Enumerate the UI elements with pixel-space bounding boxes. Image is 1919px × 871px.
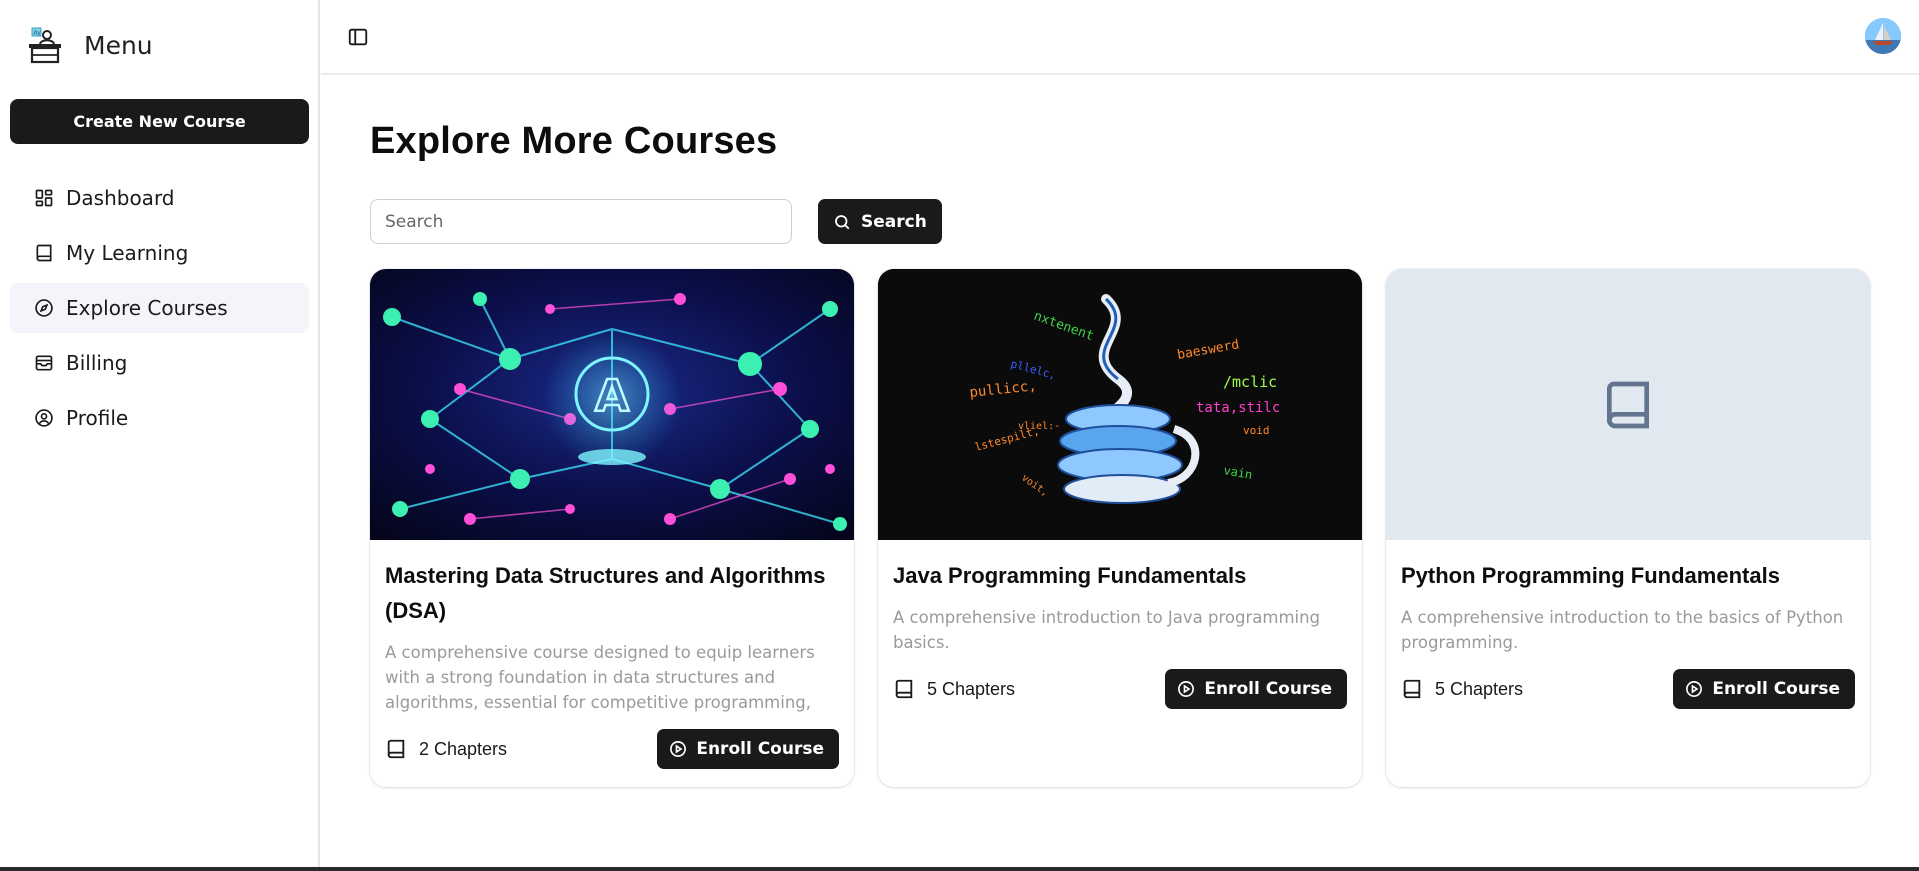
window-bottom-border <box>0 867 1919 871</box>
search-icon <box>835 214 850 229</box>
avatar[interactable] <box>1865 18 1901 54</box>
enroll-course-button[interactable]: Enroll Course <box>1673 669 1855 709</box>
chapter-count: 5 Chapters <box>893 678 1015 700</box>
course-thumbnail: A <box>370 269 854 540</box>
course-card[interactable]: A Mastering Data Structures and Algorith… <box>370 269 854 787</box>
enroll-button-label: Enroll Course <box>1204 679 1332 699</box>
course-thumbnail-placeholder <box>1386 269 1870 540</box>
search-button-label: Search <box>861 211 927 232</box>
course-title: Python Programming Fundamentals <box>1401 563 1780 588</box>
svg-text:A: A <box>595 371 629 422</box>
sidebar-nav: Dashboard My Learning Explore Courses Bi… <box>10 173 309 448</box>
search-button[interactable]: Search <box>818 199 942 244</box>
sidebar-item-label: Profile <box>66 406 129 430</box>
svg-text:Ay: Ay <box>34 30 42 37</box>
course-grid: A Mastering Data Structures and Algorith… <box>370 269 1870 787</box>
book-icon <box>387 739 405 759</box>
user-circle-icon <box>34 408 54 428</box>
wallet-icon <box>34 353 54 373</box>
compass-icon <box>34 298 54 318</box>
java-logo-illustration: nxtenent baeswerd pllelc, /mclic pullicc… <box>878 269 1362 540</box>
chapter-count-label: 5 Chapters <box>1435 678 1524 699</box>
book-icon <box>34 243 54 263</box>
book-icon <box>1403 679 1421 699</box>
course-description: A comprehensive introduction to the basi… <box>1401 608 1844 652</box>
course-thumbnail: nxtenent baeswerd pllelc, /mclic pullicc… <box>878 269 1362 540</box>
chapter-count: 5 Chapters <box>1401 678 1523 700</box>
play-circle-icon <box>670 741 687 757</box>
sidebar-item-my-learning[interactable]: My Learning <box>10 228 309 278</box>
create-new-course-button[interactable]: Create New Course <box>10 99 309 144</box>
sidebar-item-billing[interactable]: Billing <box>10 338 309 388</box>
sidebar-item-explore-courses[interactable]: Explore Courses <box>10 283 309 333</box>
chapter-count-label: 2 Chapters <box>419 738 508 759</box>
sidebar-item-label: Explore Courses <box>66 296 228 320</box>
play-circle-icon <box>1686 681 1703 697</box>
enroll-course-button[interactable]: Enroll Course <box>1165 669 1347 709</box>
sidebar-item-profile[interactable]: Profile <box>10 393 309 443</box>
course-card[interactable]: Python Programming Fundamentals A compre… <box>1386 269 1870 787</box>
course-card[interactable]: nxtenent baeswerd pllelc, /mclic pullicc… <box>878 269 1362 787</box>
enroll-course-button[interactable]: Enroll Course <box>657 729 839 769</box>
play-circle-icon <box>1178 681 1195 697</box>
placeholder-book-icon <box>1607 381 1649 428</box>
sidebar-item-label: Billing <box>66 351 128 375</box>
chapter-count: 2 Chapters <box>385 738 507 760</box>
sidebar-title: Menu <box>84 30 153 60</box>
page-title: Explore More Courses <box>370 120 778 162</box>
course-title: Java Programming Fundamentals <box>893 563 1247 588</box>
course-card-body: Mastering Data Structures and Algorithms… <box>370 540 854 769</box>
teacher-desk-logo-icon: Ay <box>29 27 61 64</box>
course-title: Mastering Data Structures and Algorithms… <box>385 563 826 623</box>
chapter-count-label: 5 Chapters <box>927 678 1016 699</box>
course-card-footer: 2 Chapters Enroll Course <box>385 729 839 769</box>
enroll-button-label: Enroll Course <box>696 739 824 759</box>
search-bar: Search <box>370 199 942 244</box>
enroll-button-label: Enroll Course <box>1712 679 1840 699</box>
book-icon <box>895 679 913 699</box>
search-input[interactable] <box>370 199 792 244</box>
sidebar: Ay Menu Create New Course Dashboard My L… <box>0 0 320 867</box>
course-card-body: Python Programming Fundamentals A compre… <box>1386 540 1870 709</box>
course-description: A comprehensive course designed to equip… <box>385 643 815 712</box>
image-word: /mclic <box>1223 373 1277 391</box>
topbar <box>321 0 1919 75</box>
course-card-footer: 5 Chapters Enroll Course <box>1401 669 1855 709</box>
ai-network-illustration: A <box>370 269 854 540</box>
sidebar-item-label: Dashboard <box>66 186 175 210</box>
sidebar-item-label: My Learning <box>66 241 189 265</box>
dashboard-icon <box>34 188 54 208</box>
course-card-body: Java Programming Fundamentals A comprehe… <box>878 540 1362 709</box>
course-description: A comprehensive introduction to Java pro… <box>893 608 1321 652</box>
sidebar-item-dashboard[interactable]: Dashboard <box>10 173 309 223</box>
image-word: tata,stilc <box>1196 400 1280 416</box>
app-window: Ay Menu Create New Course Dashboard My L… <box>0 0 1919 871</box>
sidebar-toggle-icon[interactable] <box>347 26 369 48</box>
course-card-footer: 5 Chapters Enroll Course <box>893 669 1347 709</box>
image-word: void <box>1243 424 1270 437</box>
brand: Ay Menu <box>26 26 153 64</box>
main-content: Explore More Courses Search Search A Mas… <box>370 120 1870 787</box>
